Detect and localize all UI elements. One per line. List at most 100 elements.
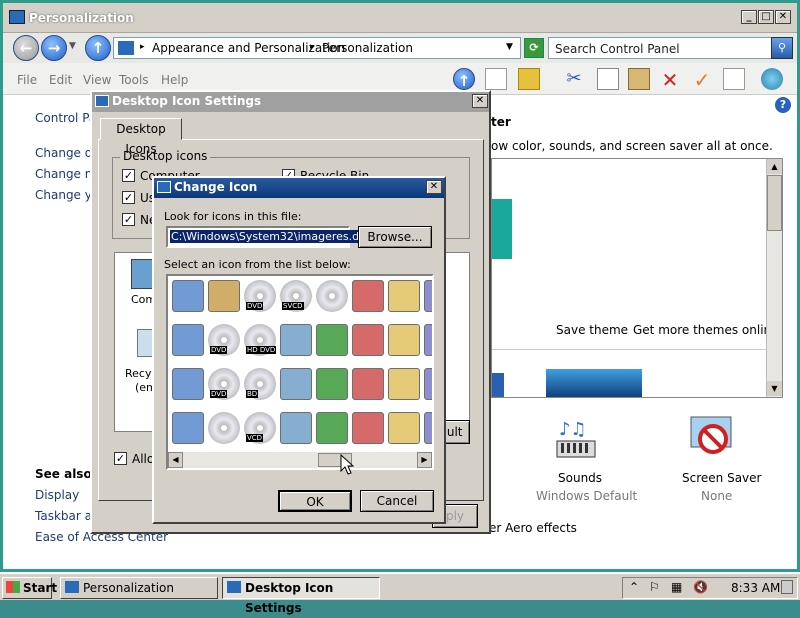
main-titlebar[interactable]: Personalization _ □ ✕ (3, 3, 797, 33)
theme-thumbnail[interactable] (492, 199, 512, 259)
dvd-film-icon[interactable]: DVD (208, 368, 240, 400)
scroll-up-icon[interactable]: ▲ (767, 159, 782, 174)
tab-desktop-icons[interactable]: Desktop Icons (100, 118, 182, 156)
document-icon[interactable] (208, 280, 240, 312)
screen-saver-label[interactable]: Screen Saver (682, 471, 761, 485)
network-icon[interactable]: ▦ (671, 580, 682, 594)
search-input[interactable]: Search Control Panel (548, 37, 772, 59)
taskbar-button-personalization[interactable]: Personalization (60, 577, 218, 599)
search-monitor-icon[interactable] (280, 412, 312, 444)
flag-icon[interactable]: ⚐ (649, 580, 660, 594)
computer-checkbox[interactable]: ✓ (122, 169, 135, 182)
search-icon[interactable]: ⚲ (771, 37, 793, 59)
close-button[interactable]: ✕ (426, 180, 442, 194)
address-dropdown-icon[interactable]: ▼ (506, 42, 513, 52)
breadcrumb-arrow-icon[interactable]: ▸ (140, 42, 145, 52)
start-button[interactable]: Start (2, 577, 57, 599)
screen-saver-icon[interactable] (687, 413, 737, 463)
font-o-icon[interactable] (388, 412, 420, 444)
maximize-button[interactable]: □ (758, 10, 774, 24)
film-dvd-icon[interactable]: DVD (244, 280, 276, 312)
close-button[interactable]: ✕ (472, 94, 488, 108)
paste-icon[interactable] (628, 68, 650, 90)
cut-icon[interactable]: ✂ (563, 68, 585, 90)
show-desktop-icon[interactable] (781, 580, 793, 594)
back-button[interactable]: ← (13, 35, 39, 61)
volume-muted-icon[interactable]: 🔇 (693, 580, 708, 594)
taskbar-button-desktop-icon-settings[interactable]: Desktop Icon Settings (222, 577, 380, 615)
breadcrumb-arrow-icon[interactable]: ▸ (310, 42, 315, 52)
checkmark-icon[interactable] (388, 280, 420, 312)
up-folder-icon[interactable]: ↑ (453, 68, 475, 90)
grid-icon[interactable] (424, 412, 432, 444)
restore-icon[interactable] (352, 412, 384, 444)
copy-pages-icon[interactable] (316, 368, 348, 400)
refresh-icon[interactable]: ⟳ (524, 38, 544, 58)
recent-pages-chevron-icon[interactable]: ▼ (69, 41, 76, 51)
cancel-button[interactable]: Cancel (360, 490, 434, 512)
get-more-themes-link[interactable]: Get more themes online (633, 323, 779, 337)
folder-options-icon[interactable] (518, 68, 540, 90)
bd-icon[interactable]: BD (244, 368, 276, 400)
clock[interactable]: 8:33 AM (731, 581, 780, 595)
breadcrumb-item[interactable]: Appearance and Personalization (152, 41, 345, 55)
monitor-settings-icon[interactable] (352, 324, 384, 356)
sounds-icon[interactable]: ♪♫ (551, 415, 601, 465)
globe-icon[interactable] (761, 68, 783, 90)
copy-icon[interactable] (597, 68, 619, 90)
scroll-right-icon[interactable]: ▶ (417, 452, 432, 468)
up-button[interactable]: ↑ (85, 35, 111, 61)
network-icon[interactable] (316, 324, 348, 356)
menu-view[interactable]: View (83, 73, 111, 87)
music-note-icon[interactable] (172, 324, 204, 356)
help-icon[interactable]: ? (775, 97, 791, 113)
horizontal-scrollbar[interactable]: ◀ ▶ (168, 452, 432, 468)
vcd-icon[interactable]: VCD (244, 412, 276, 444)
address-box[interactable]: ▸ Appearance and Personalization ▸ Perso… (113, 37, 521, 59)
browse-button[interactable]: Browse... (358, 226, 432, 248)
globe-clock-icon[interactable] (280, 368, 312, 400)
remote-desktop-icon[interactable] (352, 368, 384, 400)
menu-help[interactable]: Help (161, 73, 188, 87)
theme-thumbnail[interactable] (492, 373, 504, 397)
dialog-titlebar[interactable]: Desktop Icon Settings ✕ (92, 92, 489, 112)
pushpin-icon[interactable] (280, 324, 312, 356)
scroll-down-icon[interactable]: ▼ (767, 381, 782, 396)
theme-scrollbar[interactable]: ▲ ▼ (766, 159, 782, 397)
file-path-input[interactable]: C:\Windows\System32\imageres.dll (166, 226, 367, 248)
font-tc-icon[interactable] (388, 368, 420, 400)
ok-button[interactable]: OK (278, 490, 352, 512)
delete-icon[interactable]: ✕ (659, 68, 681, 92)
folder-icon[interactable] (424, 324, 432, 356)
dvd-icon[interactable]: DVD (208, 324, 240, 356)
monitor-graph-icon[interactable] (352, 280, 384, 312)
sounds-label[interactable]: Sounds (558, 471, 602, 485)
undo-check-icon[interactable]: ✓ (691, 68, 713, 92)
close-button[interactable]: ✕ (775, 10, 791, 24)
menu-tools[interactable]: Tools (119, 73, 149, 87)
scroll-left-icon[interactable]: ◀ (168, 452, 183, 468)
allow-themes-checkbox[interactable]: ✓ (114, 452, 127, 465)
font-t-icon[interactable] (388, 324, 420, 356)
theme-thumbnail[interactable] (546, 369, 642, 397)
see-also-link[interactable]: Display (35, 488, 79, 502)
shortcut-icon[interactable] (424, 368, 432, 400)
laptop-icon[interactable] (316, 412, 348, 444)
network-checkbox[interactable]: ✓ (122, 213, 135, 226)
menu-file[interactable]: File (17, 73, 37, 87)
briefcase-user-icon[interactable] (172, 280, 204, 312)
hd-dvd-icon[interactable]: HD DVD (244, 324, 277, 356)
film-strip-icon[interactable] (172, 412, 204, 444)
user-files-checkbox[interactable]: ✓ (122, 191, 135, 204)
help-disc-icon[interactable] (316, 280, 348, 312)
aero-effects-link[interactable]: er Aero effects (489, 521, 577, 535)
svcd-icon[interactable]: SVCD (280, 280, 312, 312)
save-theme-link[interactable]: Save theme (556, 323, 628, 337)
breadcrumb-item[interactable]: Personalization (322, 41, 413, 55)
view-icon[interactable] (485, 68, 507, 90)
device-icon[interactable] (424, 280, 432, 312)
show-hidden-icons-chevron-icon[interactable]: ⌃ (629, 580, 639, 594)
properties-icon[interactable] (723, 68, 745, 90)
music-disc-icon[interactable] (208, 412, 240, 444)
scroll-thumb[interactable] (767, 175, 782, 231)
